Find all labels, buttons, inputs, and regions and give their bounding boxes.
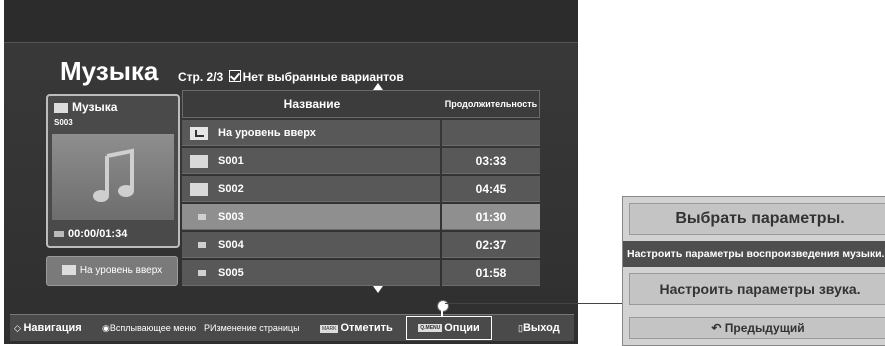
page-number: Стр. 2/3	[178, 70, 224, 84]
column-name: Название	[283, 97, 341, 111]
table-row[interactable]: S005 01:58	[182, 260, 540, 286]
tv-screen: Музыка Стр. 2/3 Нет выбранные вариантов …	[4, 0, 578, 344]
top-bar	[4, 0, 578, 43]
checkbox-icon	[228, 70, 241, 82]
navigation-arrows-icon: ◇	[14, 323, 21, 333]
previous-button[interactable]: ↶ Предыдущий	[629, 317, 885, 339]
row-duration: 01:58	[442, 260, 540, 286]
scroll-up-icon[interactable]	[373, 83, 383, 90]
music-note-icon	[93, 148, 134, 202]
column-duration: Продолжительность	[444, 99, 538, 109]
options-popup: Выбрать параметры. Настроить параметры в…	[622, 196, 885, 346]
previous-label: Предыдущий	[724, 321, 805, 335]
row-duration: 01:30	[442, 204, 540, 230]
options-label: Опции	[444, 322, 480, 334]
current-track: S003	[54, 118, 73, 127]
album-art	[52, 134, 174, 220]
page-title: Музыка	[60, 56, 159, 86]
row-name: S004	[218, 239, 244, 251]
row-name: S001	[218, 155, 244, 167]
table-row[interactable]: S002 04:45	[182, 176, 540, 202]
table-header: Название Продолжительность	[182, 90, 540, 118]
music-file-icon	[198, 242, 206, 248]
exit-label: Выход	[522, 322, 560, 334]
mark-key-icon: MARK	[320, 324, 339, 333]
playback-time: 00:00/01:34	[54, 228, 127, 240]
up-folder-icon	[190, 127, 208, 140]
navigation-hint: ◇ Навигация	[14, 315, 82, 341]
mark-hint: MARK Отметить	[320, 315, 393, 341]
row-duration: 04:45	[442, 176, 540, 202]
row-name: S003	[218, 211, 244, 223]
return-icon: ↶	[711, 321, 722, 335]
options-button[interactable]: Q.MENU Опции	[406, 316, 492, 340]
music-file-icon	[198, 214, 206, 220]
row-duration	[442, 120, 540, 146]
folder-icon	[54, 102, 68, 113]
table-row[interactable]: S004 02:37	[182, 232, 540, 258]
table-row[interactable]: На уровень вверх	[182, 120, 540, 146]
go-up-label: На уровень вверх	[79, 265, 163, 276]
selection-status: Нет выбранные вариантов	[242, 70, 404, 84]
playback-time-text: 00:00/01:34	[68, 228, 128, 240]
page-change-label: Изменение страницы	[210, 323, 300, 333]
qmenu-key-icon: Q.MENU	[418, 324, 443, 333]
up-folder-icon	[61, 265, 76, 276]
table-row-selected[interactable]: S003 01:30	[182, 204, 540, 230]
table-row[interactable]: S001 03:33	[182, 148, 540, 174]
popup-menu-hint: ◉Всплывающее меню	[102, 315, 196, 341]
popup-menu-label: Всплывающее меню	[109, 323, 197, 333]
music-file-icon	[198, 270, 206, 276]
progress-icon	[54, 231, 64, 237]
folder-icon	[190, 155, 208, 168]
row-duration: 02:37	[442, 232, 540, 258]
callout-line	[445, 303, 622, 304]
popup-item-sound-settings[interactable]: Настроить параметры звука.	[629, 273, 885, 305]
page-info: Стр. 2/3 Нет выбранные вариантов	[178, 70, 404, 84]
panel-folder-label: Музыка	[72, 100, 118, 114]
row-name: S002	[218, 183, 244, 195]
row-name: S005	[218, 267, 244, 279]
row-name: На уровень вверх	[218, 127, 316, 139]
page-change-hint: PИзменение страницы	[204, 315, 300, 341]
exit-hint: ▯Выход	[518, 315, 560, 341]
callout-line	[441, 307, 443, 316]
mark-label: Отметить	[340, 322, 393, 334]
popup-item-music-settings[interactable]: Настроить параметры воспроизведения музы…	[623, 241, 885, 267]
panel-header: Музыка	[54, 100, 117, 114]
ok-button-icon: ◉	[102, 323, 110, 333]
navigation-label: Навигация	[23, 322, 82, 334]
now-playing-panel: Музыка S003 00:00/01:34	[46, 94, 180, 248]
folder-icon	[190, 183, 208, 196]
scroll-down-icon[interactable]	[373, 286, 383, 293]
go-up-button[interactable]: На уровень вверх	[46, 256, 178, 286]
callout-dot	[437, 300, 449, 312]
popup-title: Выбрать параметры.	[629, 203, 885, 235]
row-duration: 03:33	[442, 148, 540, 174]
